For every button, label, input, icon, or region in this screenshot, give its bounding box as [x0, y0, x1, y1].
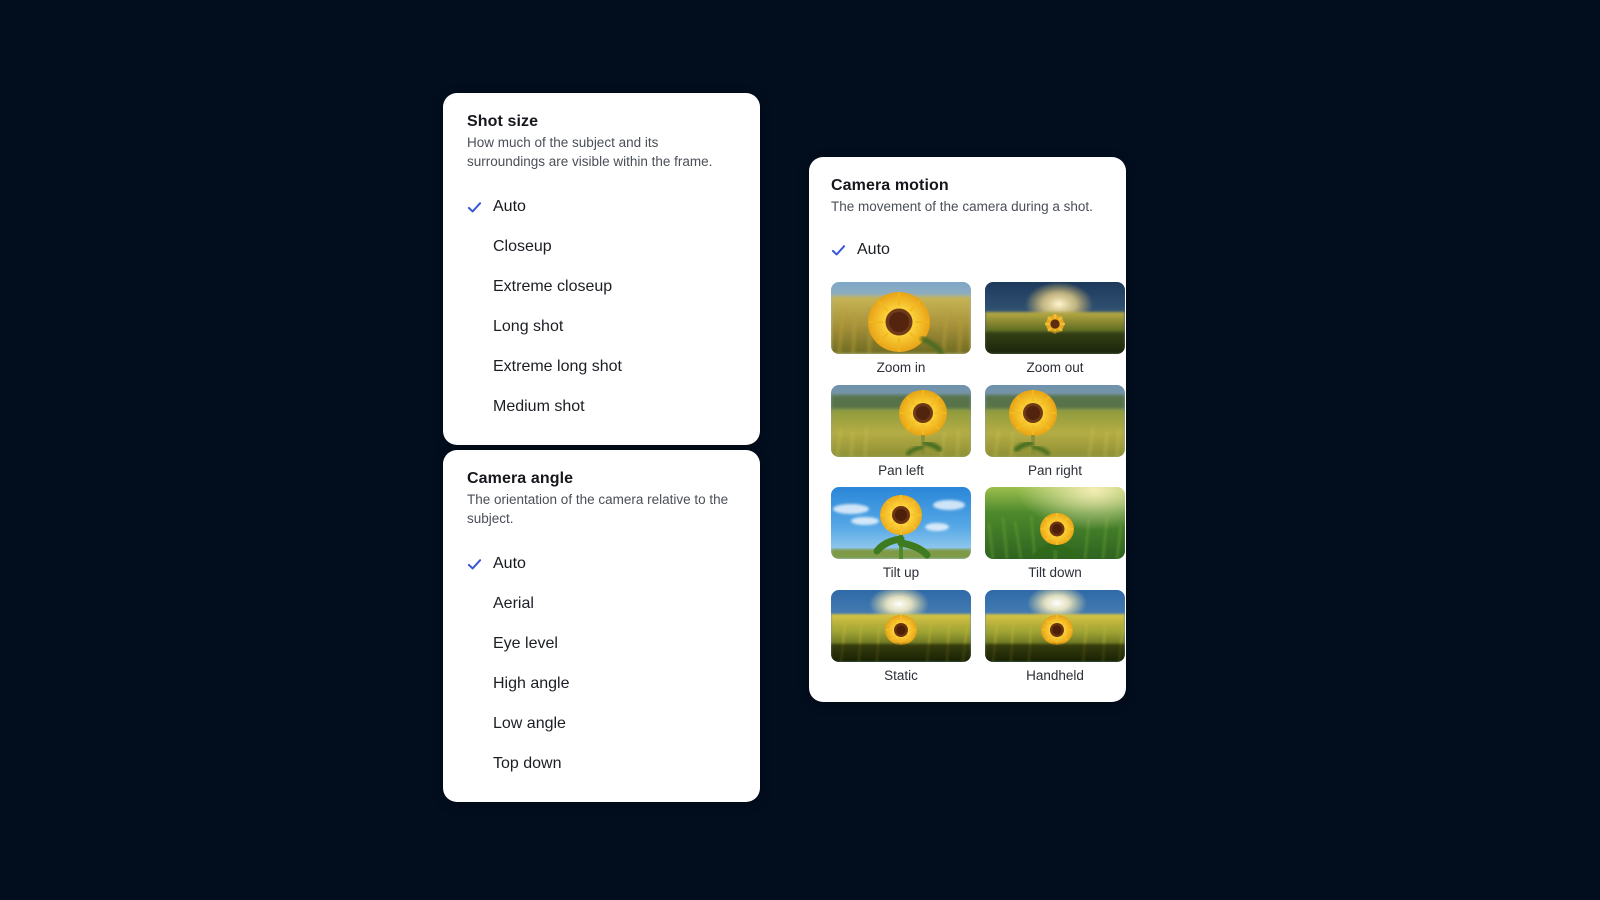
- option-row-eye-level[interactable]: Eye level: [467, 624, 736, 664]
- thumbnail-pan-right[interactable]: Pan right: [985, 384, 1125, 478]
- option-label: Top down: [493, 755, 562, 773]
- thumbnail-image-pan-left: [831, 384, 971, 457]
- option-label: Closeup: [493, 238, 552, 256]
- thumbnail-label: Pan left: [878, 462, 924, 478]
- option-label: Aerial: [493, 595, 534, 613]
- option-row-auto[interactable]: Auto: [467, 544, 736, 584]
- option-label: Long shot: [493, 318, 564, 336]
- shot-size-panel: Shot size How much of the subject and it…: [443, 93, 760, 446]
- option-label: Extreme long shot: [493, 358, 622, 376]
- thumbnail-image-tilt-down: [985, 487, 1125, 560]
- thumbnail-tilt-down[interactable]: Tilt down: [985, 487, 1125, 580]
- option-row-auto[interactable]: Auto: [467, 187, 736, 227]
- thumbnail-image-static: [831, 589, 971, 662]
- check-slot: [831, 243, 857, 258]
- thumbnail-image-zoom-out: [985, 282, 1125, 355]
- camera-motion-panel: Camera motion The movement of the camera…: [809, 157, 1126, 703]
- panel-title: Camera angle: [467, 470, 574, 487]
- thumbnail-image-pan-right: [985, 384, 1125, 457]
- thumbnail-label: Pan right: [1027, 462, 1083, 478]
- panel-description: How much of the subject and its surround…: [467, 135, 713, 170]
- camera-angle-panel: Camera angle The orientation of the came…: [443, 450, 760, 803]
- option-row-aerial[interactable]: Aerial: [467, 584, 736, 624]
- option-label: Medium shot: [493, 398, 585, 416]
- option-label: Extreme closeup: [493, 278, 613, 296]
- thumbnail-image-handheld: [985, 589, 1125, 662]
- panel-description: The movement of the camera during a shot…: [831, 199, 1093, 214]
- option-label: Auto: [857, 241, 890, 259]
- thumbnail-zoom-in[interactable]: Zoom in: [831, 282, 971, 375]
- thumbnail-label: Zoom out: [1026, 360, 1084, 376]
- thumbnail-image-zoom-in: [831, 282, 971, 355]
- check-slot: [467, 557, 493, 572]
- camera-angle-option-list: Auto Aerial Eye level High angle Low ang…: [467, 544, 736, 784]
- option-label: Eye level: [493, 635, 558, 653]
- thumbnail-static[interactable]: Static: [831, 589, 971, 683]
- option-row-long-shot[interactable]: Long shot: [467, 307, 736, 347]
- thumbnail-zoom-out[interactable]: Zoom out: [985, 282, 1125, 375]
- thumbnail-label: Static: [884, 667, 918, 683]
- panel-title: Shot size: [467, 113, 539, 130]
- option-row-medium-shot[interactable]: Medium shot: [467, 387, 736, 427]
- panel-description: The orientation of the camera relative t…: [467, 492, 729, 527]
- option-row-extreme-closeup[interactable]: Extreme closeup: [467, 267, 736, 307]
- panel-title: Camera motion: [831, 177, 949, 194]
- option-row-high-angle[interactable]: High angle: [467, 664, 736, 704]
- thumbnail-label: Tilt up: [882, 565, 920, 581]
- app-root: Shot size How much of the subject and it…: [0, 0, 1600, 900]
- option-row-closeup[interactable]: Closeup: [467, 227, 736, 267]
- option-label: High angle: [493, 675, 570, 693]
- shot-size-option-list: Auto Closeup Extreme closeup Long shot E…: [467, 187, 736, 427]
- thumbnail-handheld[interactable]: Handheld: [985, 589, 1125, 683]
- option-row-top-down[interactable]: Top down: [467, 744, 736, 784]
- option-label: Auto: [493, 198, 526, 216]
- option-row-low-angle[interactable]: Low angle: [467, 704, 736, 744]
- thumbnail-label: Tilt down: [1028, 565, 1082, 581]
- option-label: Low angle: [493, 715, 566, 733]
- check-icon: [467, 202, 482, 213]
- thumbnail-tilt-up[interactable]: Tilt up: [831, 487, 971, 580]
- thumbnail-image-tilt-up: [831, 487, 971, 560]
- check-icon: [831, 244, 846, 256]
- thumbnail-label: Zoom in: [876, 360, 926, 376]
- camera-motion-thumbnail-grid: Zoom in Zoom out Pan left Pan right Tilt…: [831, 282, 1125, 683]
- option-label: Auto: [493, 555, 526, 573]
- check-icon: [467, 559, 482, 570]
- check-slot: [467, 200, 493, 215]
- option-row-extreme-long-shot[interactable]: Extreme long shot: [467, 347, 736, 387]
- thumbnail-label: Handheld: [1026, 667, 1084, 683]
- option-row-auto[interactable]: Auto: [831, 230, 1104, 270]
- thumbnail-pan-left[interactable]: Pan left: [831, 384, 971, 478]
